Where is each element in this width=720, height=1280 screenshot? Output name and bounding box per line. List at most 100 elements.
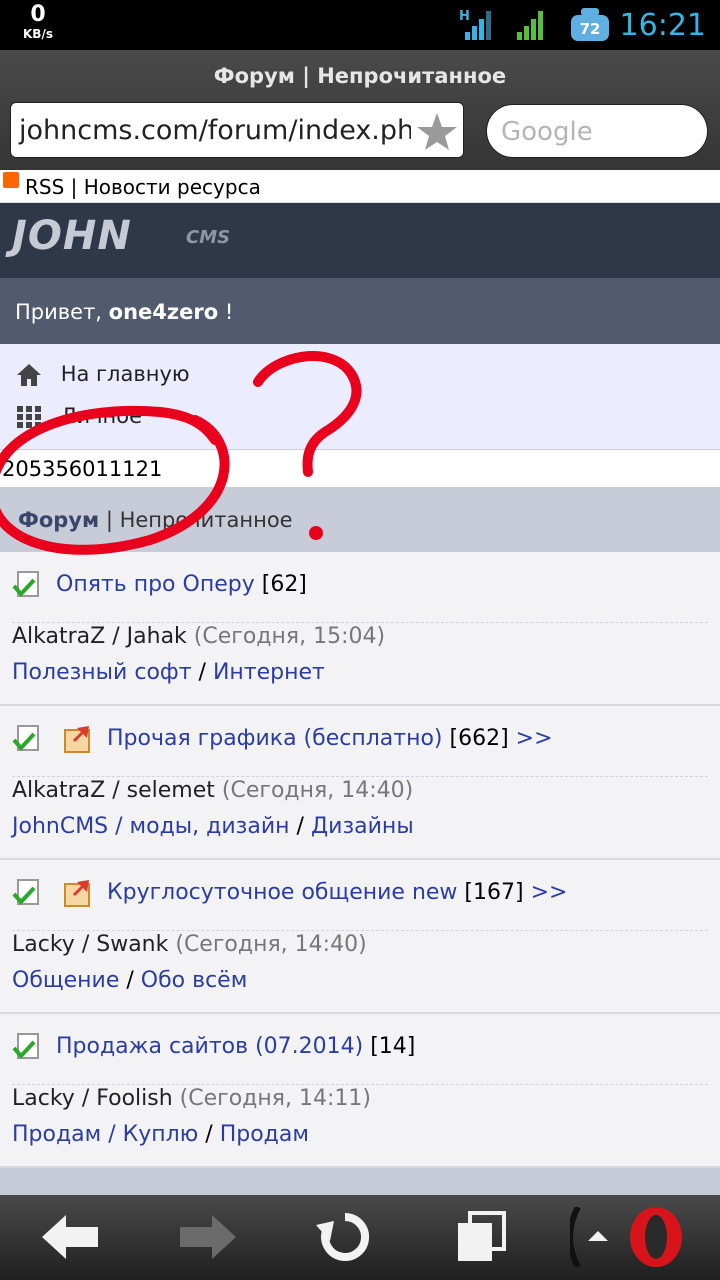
topic-title-link[interactable]: Прочая графика (бесплатно) (107, 726, 443, 751)
tabs-icon (458, 1211, 506, 1261)
topic-last-poster: Jahak (126, 624, 187, 649)
topic-category: Общение / Обо всём (12, 968, 247, 993)
status-icons: H 72 (459, 8, 609, 41)
topic-meta: Lacky / Foolish (Сегодня, 14:11) (12, 1086, 371, 1111)
bookmark-star-button[interactable] (411, 103, 463, 157)
grid-icon (17, 406, 41, 428)
topic-author: AlkatraZ (12, 624, 106, 649)
search-field[interactable]: Google (486, 104, 708, 158)
opera-logo-icon (567, 1205, 682, 1269)
topic-time: (Сегодня, 15:04) (193, 624, 386, 649)
topic-last-page-link[interactable]: >> (531, 880, 568, 905)
menu-item-personal[interactable]: Личное (16, 404, 142, 429)
topic-section-link[interactable]: Общение (12, 968, 119, 993)
menu-home-label: На главную (60, 362, 190, 386)
pinned-icon (64, 726, 90, 753)
back-button[interactable] (36, 1207, 106, 1267)
url-text[interactable]: johncms.com/forum/index.php? (19, 115, 446, 146)
topic-divider (12, 1084, 708, 1085)
topic-section-link[interactable]: Продам / Куплю (12, 1122, 198, 1147)
topic-author: AlkatraZ (12, 778, 106, 803)
topic-subsection-link[interactable]: Дизайны (311, 814, 414, 839)
topic-subsection-link[interactable]: Обо всём (141, 968, 248, 993)
browser-bottom-bar (0, 1195, 720, 1280)
topic-author: Lacky (12, 932, 75, 957)
topic-section-link[interactable]: Полезный софт (12, 660, 192, 685)
topic-post-count: [662] (449, 726, 509, 751)
topic-cat-sep: / (126, 968, 134, 993)
topic-title-line: Круглосуточное общение new [167] >> (12, 878, 567, 908)
topic-category: JohnCMS / моды, дизайн / Дизайны (12, 814, 414, 839)
signal-icon (517, 11, 543, 40)
topic-time: (Сегодня, 14:40) (175, 932, 367, 957)
topic-subsection-link[interactable]: Интернет (213, 660, 325, 685)
username[interactable]: one4zero (109, 300, 218, 324)
battery-android-icon: 72 (571, 8, 609, 41)
pinned-icon (64, 880, 90, 907)
speed-value: 0 (30, 2, 46, 27)
tabs-button[interactable] (448, 1207, 518, 1267)
breadcrumb-forum[interactable]: Форум (18, 508, 99, 532)
address-bar[interactable]: johncms.com/forum/index.php? (10, 102, 464, 158)
topic-post-count: [14] (370, 1034, 416, 1059)
battery-level: 72 (580, 20, 601, 38)
topic-title-link[interactable]: Продажа сайтов (07.2014) (56, 1034, 363, 1059)
menu-item-home[interactable]: На главную (16, 362, 190, 387)
topic-sep: / (81, 932, 90, 957)
rss-link[interactable]: RSS | Новости ресурса (25, 175, 261, 199)
page-title: Форум | Непрочитанное (213, 64, 507, 88)
network-type-label: H (459, 9, 470, 24)
topic-time: (Сегодня, 14:40) (221, 778, 414, 803)
topic-sep: / (81, 1086, 90, 1111)
menu-personal-label: Личное (60, 404, 143, 428)
topic-time: (Сегодня, 14:11) (179, 1086, 371, 1111)
forward-button[interactable] (172, 1207, 242, 1267)
topic-list: Опять про Оперу [62] AlkatraZ / Jahak (С… (0, 552, 720, 1168)
status-bar: 0 KB/s H 72 16:21 (0, 0, 720, 50)
topic-divider (12, 930, 708, 931)
speed-unit: KB/s (23, 27, 53, 41)
site-logo-bar[interactable]: JOHN CMS (0, 203, 720, 278)
breadcrumb: Форум | Непрочитанное (0, 488, 720, 552)
topic-cat-sep: / (296, 814, 304, 839)
topic-title-link[interactable]: Круглосуточное общение new (107, 880, 457, 905)
topic-row: Продажа сайтов (07.2014) [14] Lacky / Fo… (0, 1014, 720, 1168)
list-footer (0, 1168, 720, 1195)
number-line: 205356011121 (0, 450, 720, 488)
topic-last-page-link[interactable]: >> (516, 726, 553, 751)
read-check-icon (12, 725, 39, 751)
topic-sep: / (112, 624, 120, 649)
user-menu: На главную Личное (0, 344, 720, 450)
greeting: Привет, one4zero ! (0, 278, 720, 344)
topic-subsection-link[interactable]: Продам (220, 1122, 309, 1147)
topic-cat-sep: / (205, 1122, 213, 1147)
opera-menu-button[interactable] (567, 1205, 700, 1269)
topic-post-count: [62] (261, 572, 307, 597)
search-placeholder: Google (501, 117, 593, 147)
topic-title-link[interactable]: Опять про Оперу (56, 572, 255, 597)
topic-cat-sep: / (198, 660, 206, 685)
logo-john: JOHN (12, 213, 132, 259)
topic-last-poster: Foolish (96, 1086, 173, 1111)
topic-title-line: Продажа сайтов (07.2014) [14] (12, 1032, 415, 1062)
greeting-suffix: ! (224, 300, 234, 324)
topic-row: Прочая графика (бесплатно) [662] >> Alka… (0, 706, 720, 860)
rss-bar: RSS | Новости ресурса (0, 170, 720, 203)
rss-icon (3, 172, 19, 188)
topic-last-poster: selemet (126, 778, 215, 803)
topic-divider (12, 622, 708, 623)
topic-sep: / (112, 778, 120, 803)
network-speed: 0 KB/s (16, 2, 60, 41)
topic-section-link[interactable]: JohnCMS / моды, дизайн (12, 814, 290, 839)
topic-divider (12, 776, 708, 777)
topic-title-line: Прочая графика (бесплатно) [662] >> (12, 724, 553, 754)
back-arrow-icon (42, 1215, 98, 1259)
topic-title-line: Опять про Оперу [62] (12, 570, 307, 600)
read-check-icon (12, 879, 39, 905)
clock: 16:21 (619, 8, 706, 43)
topic-meta: Lacky / Swank (Сегодня, 14:40) (12, 932, 367, 957)
topic-row: Круглосуточное общение new [167] >> Lack… (0, 860, 720, 1014)
forward-arrow-icon (180, 1215, 236, 1259)
reload-button[interactable] (310, 1207, 380, 1267)
topic-post-count: [167] (464, 880, 524, 905)
